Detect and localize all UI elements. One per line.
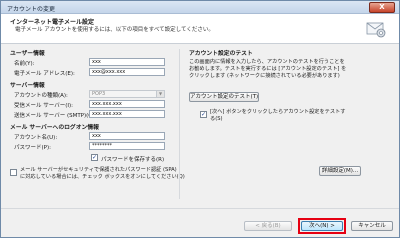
account-name-label: アカウント名(U): [14, 135, 58, 141]
logon-info-heading: メール サーバーへのログオン情報 [10, 125, 99, 131]
account-type-label: アカウントの種類(A): [14, 93, 68, 99]
column-divider [179, 49, 180, 199]
password-input[interactable]: ******** [89, 142, 165, 150]
account-type-select[interactable]: POP3 ▼ [89, 90, 165, 98]
close-button[interactable]: X [369, 2, 395, 13]
account-name-input[interactable]: xxx [89, 132, 165, 140]
test-desc-line1: この画面内に情報を入力したら、アカウントのテストを行うことを [189, 59, 345, 65]
outgoing-server-label: 送信メール サーバー (SMTP)(O): [14, 113, 97, 119]
outgoing-server-input[interactable]: xxx.xxx.xxx [89, 110, 165, 118]
auto-test-line2: る(S) [210, 116, 223, 122]
checkmark-icon: ✓ [92, 154, 98, 161]
password-label: パスワード(P): [14, 145, 51, 151]
spa-label: メール サーバーがセキュリティで保護されたパスワード認証 (SPA) に対応して… [20, 167, 185, 181]
checkmark-icon: ✓ [201, 111, 207, 118]
test-settings-description: この画面内に情報を入力したら、アカウントのテストを行うことを お勧めします。テス… [189, 59, 346, 80]
spa-checkbox[interactable] [10, 169, 17, 176]
auto-test-line1: [次へ] ボタンをクリックしたらアカウント設定をテストす [210, 109, 346, 115]
chevron-down-icon: ▼ [156, 91, 164, 97]
incoming-server-label: 受信メール サーバー(I): [14, 103, 73, 109]
test-desc-line2: お勧めします。テストを実行するには [アカウント設定のテスト] を [189, 66, 347, 72]
test-desc-line3: クリックします (ネットワークに接続されている必要があります) [189, 73, 340, 79]
auto-test-checkbox[interactable]: ✓ [200, 111, 207, 118]
more-settings-button[interactable]: 詳細設定(M)... [319, 166, 361, 176]
spa-label-line2: に対応している場合には、チェック ボックスをオンにしてください(Q) [20, 174, 185, 180]
auto-test-label: [次へ] ボタンをクリックしたらアカウント設定をテストす る(S) [210, 109, 345, 123]
header-subtitle: 電子メール アカウントを使用するには、以下の項目をすべて設定してください。 [15, 27, 214, 33]
back-button[interactable]: < 戻る(B) [244, 221, 292, 231]
window-title: アカウントの変更 [7, 6, 56, 13]
server-info-heading: サーバー情報 [10, 83, 45, 89]
account-type-value: POP3 [92, 91, 106, 97]
test-account-settings-button[interactable]: アカウント設定のテスト(T) [189, 92, 259, 102]
user-info-heading: ユーザー情報 [10, 51, 45, 57]
email-label: 電子メール アドレス(E): [14, 71, 75, 77]
account-change-dialog: アカウントの変更 X インターネット電子メール設定 電子メール アカウントを使用… [0, 0, 400, 238]
test-settings-heading: アカウント設定のテスト [189, 51, 253, 57]
mail-settings-icon [366, 22, 386, 38]
email-input[interactable]: xxx@xxx.xxx [89, 68, 165, 76]
name-input[interactable]: xxx [89, 58, 165, 66]
title-bar: アカウントの変更 X [1, 1, 399, 14]
spa-label-line1: メール サーバーがセキュリティで保護されたパスワード認証 (SPA) [20, 167, 177, 173]
settings-content: ユーザー情報 名前(Y): xxx 電子メール アドレス(E): xxx@xxx… [1, 45, 399, 208]
cancel-button[interactable]: キャンセル [351, 221, 393, 231]
dialog-footer: < 戻る(B) 次へ(N) > キャンセル [1, 208, 399, 237]
name-label: 名前(Y): [14, 61, 35, 67]
next-button[interactable]: 次へ(N) > [301, 221, 343, 231]
remember-password-checkbox[interactable]: ✓ [91, 154, 98, 161]
close-icon: X [379, 3, 385, 11]
remember-password-label: パスワードを保存する(R) [101, 157, 165, 163]
incoming-server-input[interactable]: xxx.xxx.xxx [89, 100, 165, 108]
dialog-header: インターネット電子メール設定 電子メール アカウントを使用するには、以下の項目を… [1, 14, 399, 44]
